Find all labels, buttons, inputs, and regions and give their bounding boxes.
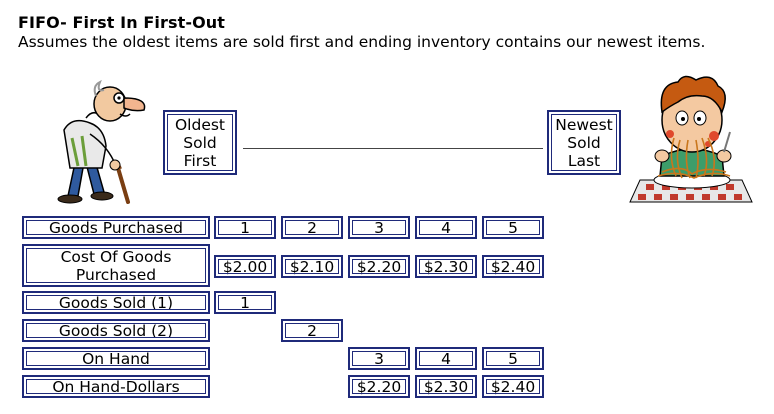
goods-purchased-cell-1: 1 bbox=[214, 216, 276, 239]
cost-cell-3: $2.20 bbox=[348, 255, 410, 278]
on-hand-dollars-cell-5: $2.40 bbox=[482, 375, 544, 398]
newest-sold-last-label: Newest Sold Last bbox=[547, 110, 621, 175]
cost-cell-5: $2.40 bbox=[482, 255, 544, 278]
cost-cell-2: $2.10 bbox=[281, 255, 343, 278]
on-hand-dollars-cell-3: $2.20 bbox=[348, 375, 410, 398]
goods-purchased-cell-2: 2 bbox=[281, 216, 343, 239]
boy-eating-spaghetti-icon bbox=[629, 75, 753, 203]
goods-purchased-cell-4: 4 bbox=[415, 216, 477, 239]
row-label-goods-sold-2: Goods Sold (2) bbox=[22, 319, 210, 342]
row-label-on-hand-dollars: On Hand-Dollars bbox=[22, 375, 210, 398]
goods-purchased-cell-3: 3 bbox=[348, 216, 410, 239]
cost-cell-4: $2.30 bbox=[415, 255, 477, 278]
row-label-cost-of-goods: Cost Of Goods Purchased bbox=[22, 244, 210, 287]
on-hand-cell-5: 5 bbox=[482, 347, 544, 370]
goods-sold-2-cell-2: 2 bbox=[281, 319, 343, 342]
old-man-with-cane-icon bbox=[57, 79, 146, 204]
timeline-divider bbox=[243, 148, 543, 149]
page-title: FIFO- First In First-Out bbox=[18, 13, 226, 32]
goods-sold-1-cell-1: 1 bbox=[214, 291, 276, 314]
row-label-goods-sold-1: Goods Sold (1) bbox=[22, 291, 210, 314]
row-label-goods-purchased: Goods Purchased bbox=[22, 216, 210, 239]
on-hand-cell-3: 3 bbox=[348, 347, 410, 370]
row-label-on-hand: On Hand bbox=[22, 347, 210, 370]
on-hand-cell-4: 4 bbox=[415, 347, 477, 370]
cost-cell-1: $2.00 bbox=[214, 255, 276, 278]
on-hand-dollars-cell-4: $2.30 bbox=[415, 375, 477, 398]
page-subtitle: Assumes the oldest items are sold first … bbox=[18, 33, 706, 51]
goods-purchased-cell-5: 5 bbox=[482, 216, 544, 239]
oldest-sold-first-label: Oldest Sold First bbox=[163, 110, 237, 175]
